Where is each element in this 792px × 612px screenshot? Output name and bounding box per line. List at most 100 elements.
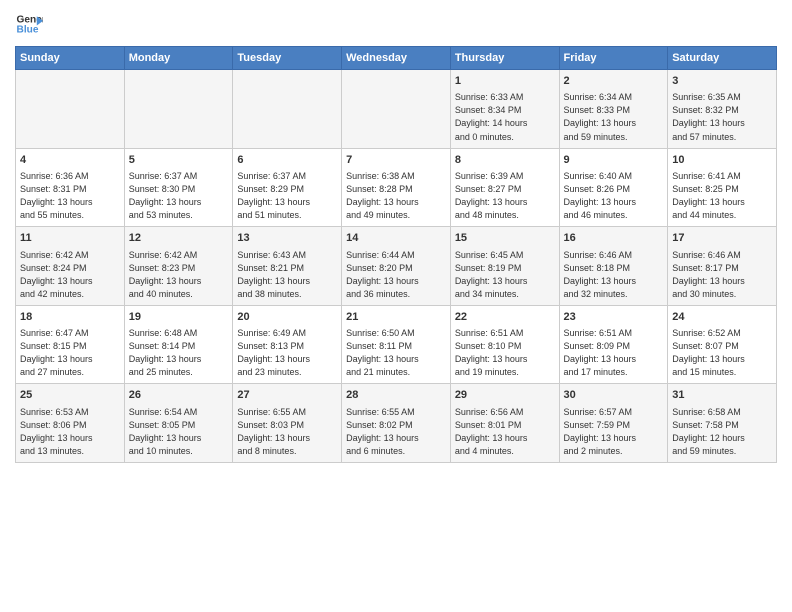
week-row-5: 25 Sunrise: 6:53 AMSunset: 8:06 PMDayligh… <box>16 384 777 463</box>
day-cell: 4 Sunrise: 6:36 AMSunset: 8:31 PMDaylight… <box>16 148 125 227</box>
day-info: Sunrise: 6:50 AMSunset: 8:11 PMDaylight:… <box>346 327 446 379</box>
day-cell: 2 Sunrise: 6:34 AMSunset: 8:33 PMDaylight… <box>559 70 668 149</box>
day-info: Sunrise: 6:47 AMSunset: 8:15 PMDaylight:… <box>20 327 120 379</box>
day-cell: 29 Sunrise: 6:56 AMSunset: 8:01 PMDayligh… <box>450 384 559 463</box>
day-cell: 28 Sunrise: 6:55 AMSunset: 8:02 PMDayligh… <box>342 384 451 463</box>
day-info: Sunrise: 6:43 AMSunset: 8:21 PMDaylight:… <box>237 249 337 301</box>
day-info: Sunrise: 6:38 AMSunset: 8:28 PMDaylight:… <box>346 170 446 222</box>
day-cell: 13 Sunrise: 6:43 AMSunset: 8:21 PMDayligh… <box>233 227 342 306</box>
day-cell: 17 Sunrise: 6:46 AMSunset: 8:17 PMDayligh… <box>668 227 777 306</box>
logo-icon: General Blue <box>15 10 43 38</box>
day-cell: 21Sunrise: 6:50 AMSunset: 8:11 PMDayligh… <box>342 305 451 384</box>
day-cell: 14 Sunrise: 6:44 AMSunset: 8:20 PMDayligh… <box>342 227 451 306</box>
day-number: 18 <box>20 310 120 325</box>
day-cell: 23 Sunrise: 6:51 AMSunset: 8:09 PMDayligh… <box>559 305 668 384</box>
day-cell <box>124 70 233 149</box>
column-header-thursday: Thursday <box>450 47 559 70</box>
day-cell: 20 Sunrise: 6:49 AMSunset: 8:13 PMDayligh… <box>233 305 342 384</box>
column-header-monday: Monday <box>124 47 233 70</box>
day-info: Sunrise: 6:58 AMSunset: 7:58 PMDaylight:… <box>672 406 772 458</box>
day-number: 16 <box>564 231 664 246</box>
day-number: 10 <box>672 153 772 168</box>
day-number: 23 <box>564 310 664 325</box>
logo: General Blue <box>15 10 43 38</box>
day-info: Sunrise: 6:45 AMSunset: 8:19 PMDaylight:… <box>455 249 555 301</box>
day-info: Sunrise: 6:37 AMSunset: 8:29 PMDaylight:… <box>237 170 337 222</box>
day-number: 29 <box>455 388 555 403</box>
day-cell: 5 Sunrise: 6:37 AMSunset: 8:30 PMDaylight… <box>124 148 233 227</box>
day-info: Sunrise: 6:41 AMSunset: 8:25 PMDaylight:… <box>672 170 772 222</box>
day-cell: 18 Sunrise: 6:47 AMSunset: 8:15 PMDayligh… <box>16 305 125 384</box>
day-info: Sunrise: 6:55 AMSunset: 8:02 PMDaylight:… <box>346 406 446 458</box>
day-number: 9 <box>564 153 664 168</box>
day-cell: 1Sunrise: 6:33 AMSunset: 8:34 PMDaylight… <box>450 70 559 149</box>
header: General Blue <box>15 10 777 38</box>
day-number: 6 <box>237 153 337 168</box>
day-cell: 10 Sunrise: 6:41 AMSunset: 8:25 PMDayligh… <box>668 148 777 227</box>
day-cell: 12 Sunrise: 6:42 AMSunset: 8:23 PMDayligh… <box>124 227 233 306</box>
day-info: Sunrise: 6:53 AMSunset: 8:06 PMDaylight:… <box>20 406 120 458</box>
day-number: 5 <box>129 153 229 168</box>
day-number: 25 <box>20 388 120 403</box>
day-info: Sunrise: 6:34 AMSunset: 8:33 PMDaylight:… <box>564 91 664 143</box>
day-cell: 19Sunrise: 6:48 AMSunset: 8:14 PMDayligh… <box>124 305 233 384</box>
day-cell: 7 Sunrise: 6:38 AMSunset: 8:28 PMDaylight… <box>342 148 451 227</box>
week-row-3: 11 Sunrise: 6:42 AMSunset: 8:24 PMDayligh… <box>16 227 777 306</box>
day-number: 13 <box>237 231 337 246</box>
calendar-table: SundayMondayTuesdayWednesdayThursdayFrid… <box>15 46 777 463</box>
day-cell <box>342 70 451 149</box>
day-number: 7 <box>346 153 446 168</box>
day-info: Sunrise: 6:48 AMSunset: 8:14 PMDaylight:… <box>129 327 229 379</box>
column-header-sunday: Sunday <box>16 47 125 70</box>
column-header-wednesday: Wednesday <box>342 47 451 70</box>
day-info: Sunrise: 6:46 AMSunset: 8:17 PMDaylight:… <box>672 249 772 301</box>
day-cell: 9Sunrise: 6:40 AMSunset: 8:26 PMDaylight… <box>559 148 668 227</box>
day-number: 2 <box>564 74 664 89</box>
header-row: SundayMondayTuesdayWednesdayThursdayFrid… <box>16 47 777 70</box>
column-header-friday: Friday <box>559 47 668 70</box>
day-info: Sunrise: 6:42 AMSunset: 8:24 PMDaylight:… <box>20 249 120 301</box>
day-cell: 16 Sunrise: 6:46 AMSunset: 8:18 PMDayligh… <box>559 227 668 306</box>
day-info: Sunrise: 6:54 AMSunset: 8:05 PMDaylight:… <box>129 406 229 458</box>
day-info: Sunrise: 6:56 AMSunset: 8:01 PMDaylight:… <box>455 406 555 458</box>
day-info: Sunrise: 6:37 AMSunset: 8:30 PMDaylight:… <box>129 170 229 222</box>
page: General Blue SundayMondayTuesdayWednesda… <box>0 0 792 612</box>
day-cell: 3 Sunrise: 6:35 AMSunset: 8:32 PMDaylight… <box>668 70 777 149</box>
day-cell <box>16 70 125 149</box>
week-row-2: 4 Sunrise: 6:36 AMSunset: 8:31 PMDaylight… <box>16 148 777 227</box>
day-cell <box>233 70 342 149</box>
column-header-saturday: Saturday <box>668 47 777 70</box>
day-info: Sunrise: 6:36 AMSunset: 8:31 PMDaylight:… <box>20 170 120 222</box>
day-cell: 11 Sunrise: 6:42 AMSunset: 8:24 PMDayligh… <box>16 227 125 306</box>
day-number: 3 <box>672 74 772 89</box>
day-cell: 24Sunrise: 6:52 AMSunset: 8:07 PMDayligh… <box>668 305 777 384</box>
day-info: Sunrise: 6:44 AMSunset: 8:20 PMDaylight:… <box>346 249 446 301</box>
week-row-4: 18 Sunrise: 6:47 AMSunset: 8:15 PMDayligh… <box>16 305 777 384</box>
day-info: Sunrise: 6:35 AMSunset: 8:32 PMDaylight:… <box>672 91 772 143</box>
week-row-1: 1Sunrise: 6:33 AMSunset: 8:34 PMDaylight… <box>16 70 777 149</box>
day-cell: 27Sunrise: 6:55 AMSunset: 8:03 PMDayligh… <box>233 384 342 463</box>
day-number: 4 <box>20 153 120 168</box>
day-info: Sunrise: 6:51 AMSunset: 8:10 PMDaylight:… <box>455 327 555 379</box>
day-number: 14 <box>346 231 446 246</box>
day-number: 1 <box>455 74 555 89</box>
day-info: Sunrise: 6:51 AMSunset: 8:09 PMDaylight:… <box>564 327 664 379</box>
day-info: Sunrise: 6:42 AMSunset: 8:23 PMDaylight:… <box>129 249 229 301</box>
day-cell: 25 Sunrise: 6:53 AMSunset: 8:06 PMDayligh… <box>16 384 125 463</box>
day-number: 30 <box>564 388 664 403</box>
day-number: 12 <box>129 231 229 246</box>
day-cell: 15Sunrise: 6:45 AMSunset: 8:19 PMDayligh… <box>450 227 559 306</box>
day-number: 31 <box>672 388 772 403</box>
day-cell: 6 Sunrise: 6:37 AMSunset: 8:29 PMDaylight… <box>233 148 342 227</box>
day-number: 17 <box>672 231 772 246</box>
day-info: Sunrise: 6:49 AMSunset: 8:13 PMDaylight:… <box>237 327 337 379</box>
day-number: 28 <box>346 388 446 403</box>
svg-text:Blue: Blue <box>17 25 39 36</box>
day-info: Sunrise: 6:39 AMSunset: 8:27 PMDaylight:… <box>455 170 555 222</box>
day-number: 27 <box>237 388 337 403</box>
day-info: Sunrise: 6:46 AMSunset: 8:18 PMDaylight:… <box>564 249 664 301</box>
day-number: 8 <box>455 153 555 168</box>
day-info: Sunrise: 6:57 AMSunset: 7:59 PMDaylight:… <box>564 406 664 458</box>
day-number: 20 <box>237 310 337 325</box>
day-number: 11 <box>20 231 120 246</box>
